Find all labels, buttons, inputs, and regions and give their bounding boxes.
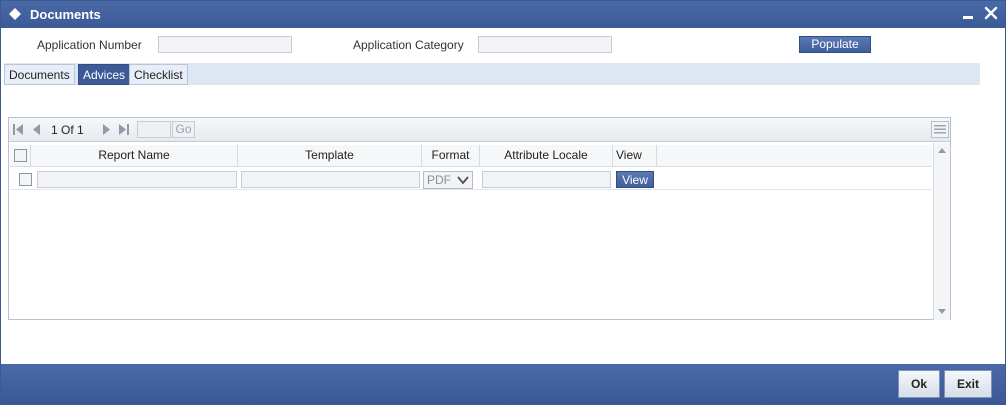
row-select-checkbox[interactable] <box>19 173 32 186</box>
diamond-icon <box>9 8 21 20</box>
ok-button[interactable]: Ok <box>898 370 940 398</box>
format-select[interactable]: PDF <box>423 171 473 189</box>
column-header-attribute-locale[interactable]: Attribute Locale <box>480 145 613 167</box>
exit-button[interactable]: Exit <box>944 370 992 398</box>
populate-button[interactable]: Populate <box>799 36 871 53</box>
advices-grid: 1 Of 1 Go Report Name Template Format At… <box>8 117 951 320</box>
next-page-icon[interactable] <box>101 124 111 135</box>
attribute-locale-input[interactable] <box>482 171 611 188</box>
scroll-down-icon[interactable] <box>938 309 946 314</box>
grid-scrollbar[interactable] <box>933 143 950 320</box>
documents-window: Documents Application Number Application… <box>0 0 1006 405</box>
column-header-template[interactable]: Template <box>238 145 422 167</box>
grid-header-row: Report Name Template Format Attribute Lo… <box>10 145 932 167</box>
page-number-input[interactable] <box>137 121 171 138</box>
format-select-value: PDF <box>427 173 451 187</box>
tab-documents[interactable]: Documents <box>4 64 75 85</box>
of-label: Of <box>61 123 74 137</box>
column-header-format[interactable]: Format <box>422 145 480 167</box>
application-number-label: Application Number <box>37 38 142 52</box>
column-header-view[interactable]: View <box>613 145 657 167</box>
scroll-up-icon[interactable] <box>938 148 946 153</box>
previous-page-icon[interactable] <box>32 124 42 135</box>
view-button[interactable]: View <box>616 171 654 188</box>
application-number-input[interactable] <box>158 36 292 53</box>
window-title: Documents <box>30 7 101 22</box>
application-category-input[interactable] <box>478 36 612 53</box>
minimize-icon[interactable] <box>961 7 975 21</box>
total-pages: 1 <box>77 123 84 137</box>
template-input[interactable] <box>241 171 420 188</box>
footer-bar <box>1 364 1005 404</box>
go-button[interactable]: Go <box>172 121 195 138</box>
table-row: PDF View <box>10 168 932 190</box>
header-select-cell <box>10 145 31 167</box>
tab-advices[interactable]: Advices <box>78 64 131 85</box>
current-page: 1 <box>51 123 58 137</box>
chevron-down-icon <box>457 176 469 185</box>
select-all-checkbox[interactable] <box>14 149 27 162</box>
last-page-icon[interactable] <box>119 124 129 135</box>
close-icon[interactable] <box>983 5 999 21</box>
list-view-icon[interactable] <box>931 121 949 138</box>
grid-pager: 1 Of 1 Go <box>9 118 950 142</box>
column-header-report-name[interactable]: Report Name <box>31 145 238 167</box>
title-bar: Documents <box>1 1 1005 28</box>
report-name-input[interactable] <box>37 171 237 188</box>
application-category-label: Application Category <box>353 38 464 52</box>
first-page-icon[interactable] <box>13 124 23 135</box>
tab-checklist[interactable]: Checklist <box>129 64 188 85</box>
page-info: 1 Of 1 <box>51 123 84 137</box>
